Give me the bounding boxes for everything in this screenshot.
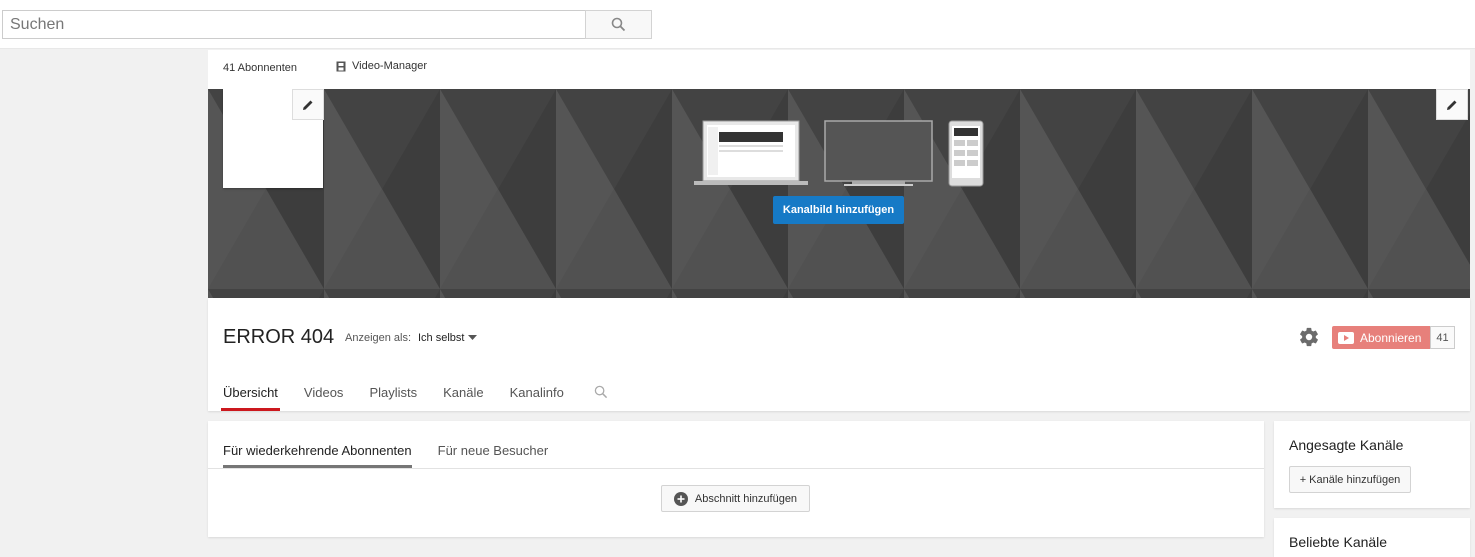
pencil-icon — [1447, 100, 1457, 110]
tab-playlists[interactable]: Playlists — [369, 378, 417, 411]
film-icon — [336, 61, 346, 71]
view-as-dropdown[interactable]: Ich selbst — [418, 332, 478, 344]
view-as-label: Anzeigen als: — [345, 332, 412, 344]
chevron-down-icon — [468, 335, 478, 340]
view-as-value: Ich selbst — [418, 332, 465, 344]
subscribe-count: 41 — [1430, 326, 1455, 349]
subscribe-label: Abonnieren — [1360, 330, 1422, 345]
video-manager-label: Video-Manager — [352, 60, 428, 72]
masthead — [0, 0, 1475, 49]
add-channel-art-button[interactable]: Kanalbild hinzufügen — [773, 196, 904, 224]
add-section-button[interactable]: Abschnitt hinzufügen — [661, 485, 810, 512]
subscribe-button[interactable]: Abonnieren — [1332, 326, 1430, 349]
featured-channels-title: Angesagte Kanäle — [1289, 437, 1404, 453]
audience-tabs: Für wiederkehrende Abonnenten Für neue B… — [223, 435, 548, 468]
channel-header: ERROR 404 Anzeigen als: Ich selbst Abonn… — [208, 298, 1470, 411]
youtube-play-icon — [1338, 331, 1354, 344]
tab-videos[interactable]: Videos — [304, 378, 344, 411]
devices-illustration — [694, 120, 984, 187]
plus-circle-icon — [673, 491, 688, 506]
add-section-label: Abschnitt hinzufügen — [694, 492, 798, 505]
popular-channels-card: Beliebte Kanäle — [1274, 518, 1470, 557]
channel-title: ERROR 404 — [223, 326, 335, 348]
channel-tabs: Übersicht Videos Playlists Kanäle Kanali… — [221, 378, 608, 411]
gear-icon[interactable] — [1298, 326, 1320, 348]
channel-top-bar: 41 Abonnenten Video-Manager — [208, 50, 1470, 89]
channel-search-button[interactable] — [594, 378, 608, 411]
search-icon — [594, 385, 607, 399]
tab-about[interactable]: Kanalinfo — [510, 378, 564, 411]
subscriber-count: 41 Abonnenten — [223, 62, 298, 74]
search-icon — [611, 17, 626, 32]
banner-edit-button[interactable] — [1436, 89, 1468, 120]
avatar-edit-button[interactable] — [292, 89, 324, 120]
divider — [208, 468, 1264, 469]
tab-new-visitors[interactable]: Für neue Besucher — [438, 435, 549, 468]
tab-overview[interactable]: Übersicht — [221, 378, 280, 411]
channel-banner: Kanalbild hinzufügen — [208, 89, 1470, 298]
video-manager-link[interactable]: Video-Manager — [336, 60, 427, 72]
content-section: Für wiederkehrende Abonnenten Für neue B… — [208, 421, 1264, 537]
pencil-icon — [303, 100, 313, 110]
add-channels-button[interactable]: + Kanäle hinzufügen — [1289, 466, 1411, 493]
featured-channels-card: Angesagte Kanäle + Kanäle hinzufügen — [1274, 421, 1470, 508]
tab-channels[interactable]: Kanäle — [443, 378, 483, 411]
search-button[interactable] — [585, 10, 652, 39]
popular-channels-title: Beliebte Kanäle — [1289, 534, 1388, 550]
tab-returning-subscribers[interactable]: Für wiederkehrende Abonnenten — [223, 435, 412, 468]
search-input[interactable] — [2, 10, 586, 39]
